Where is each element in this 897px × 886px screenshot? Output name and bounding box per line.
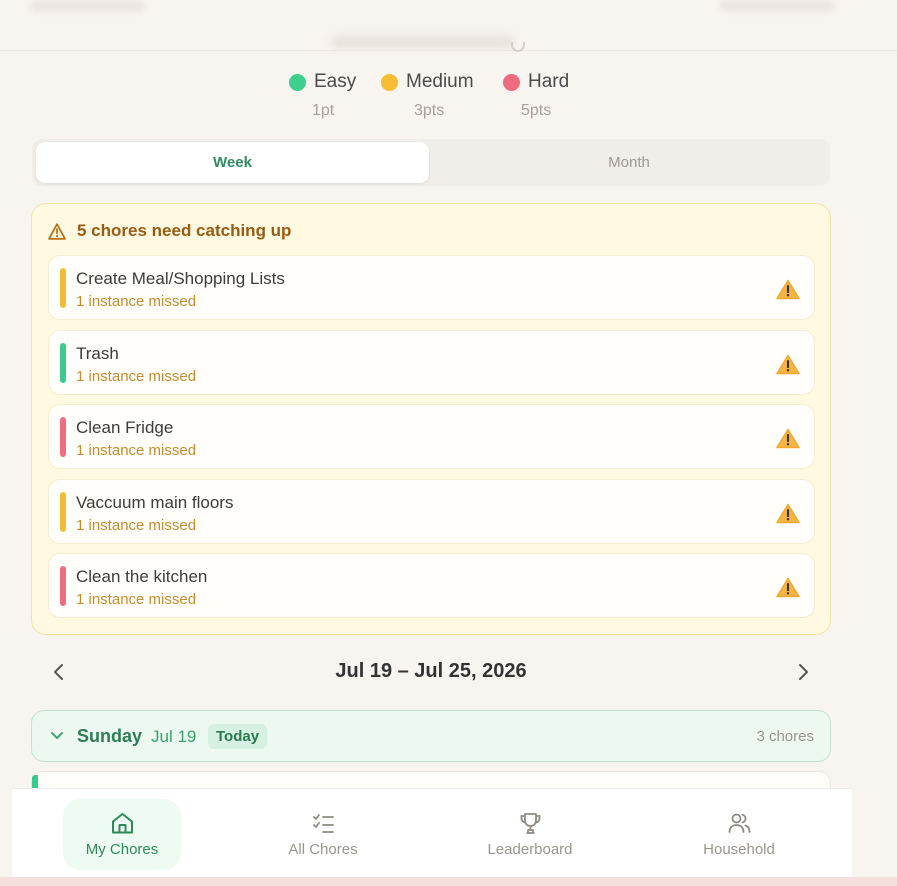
nav-label: Household	[703, 841, 775, 858]
nav-all-chores[interactable]: All Chores	[264, 799, 382, 870]
today-badge: Today	[208, 724, 268, 749]
day-name: Sunday	[77, 726, 143, 746]
missed-status: 1 instance missed	[76, 591, 197, 608]
difficulty-indicator	[60, 343, 66, 383]
missed-chore-card[interactable]: Create Meal/Shopping Lists 1 instance mi…	[48, 255, 815, 320]
checklist-icon	[312, 814, 334, 833]
nav-label: My Chores	[85, 841, 159, 858]
legend-label-medium: Medium	[406, 71, 474, 92]
chore-count: 3 chores	[756, 728, 814, 745]
easy-dot-icon	[289, 73, 306, 91]
week-range: Jul 19 – Jul 25, 2026	[335, 660, 527, 682]
warning-icon	[776, 428, 800, 449]
legend-points-hard: 5pts	[521, 102, 552, 119]
chevron-down-icon	[51, 732, 63, 739]
missed-status: 1 instance missed	[76, 368, 197, 385]
missed-status: 1 instance missed	[76, 517, 197, 534]
view-toggle: Week Month	[32, 139, 830, 186]
next-week-button[interactable]	[790, 659, 816, 685]
legend-label-hard: Hard	[528, 71, 570, 92]
chore-name: Clean the kitchen	[76, 567, 208, 586]
trophy-icon	[520, 813, 540, 834]
bottom-navigation: My Chores All Chores Leaderboard Househo…	[12, 788, 852, 877]
faded-header-center	[330, 35, 515, 49]
medium-dot-icon	[381, 73, 398, 91]
warning-icon	[776, 354, 800, 375]
home-icon	[111, 813, 133, 834]
difficulty-indicator	[60, 566, 66, 606]
legend-points-easy: 1pt	[312, 102, 335, 119]
day-date: Jul 19	[151, 727, 197, 746]
bottom-edge	[0, 877, 897, 886]
catching-up-title: 5 chores need catching up	[77, 221, 292, 240]
missed-chore-card[interactable]: Trash 1 instance missed	[48, 330, 815, 395]
chore-name: Clean Fridge	[76, 418, 174, 437]
catching-up-header: 5 chores need catching up	[48, 221, 291, 241]
chore-name: Trash	[76, 344, 119, 363]
nav-leaderboard[interactable]: Leaderboard	[471, 799, 589, 870]
legend-medium: Medium 3pts	[381, 70, 474, 119]
chevron-right-icon	[799, 664, 808, 680]
nav-label: Leaderboard	[487, 841, 573, 858]
difficulty-indicator	[60, 417, 66, 457]
nav-my-chores[interactable]: My Chores	[63, 799, 181, 870]
missed-chore-card[interactable]: Clean the kitchen 1 instance missed	[48, 553, 815, 618]
difficulty-indicator	[60, 492, 66, 532]
info-icon	[511, 42, 525, 52]
missed-chore-card[interactable]: Vaccuum main floors 1 instance missed	[48, 479, 815, 544]
nav-label: All Chores	[288, 841, 358, 858]
week-tab[interactable]: Week	[36, 142, 429, 183]
warning-triangle-icon	[48, 222, 66, 240]
app-page: Easy 1pt Medium 3pts Hard 5pts Week Mont…	[0, 0, 897, 886]
missed-status: 1 instance missed	[76, 293, 197, 310]
faded-header-right	[720, 0, 835, 12]
difficulty-indicator	[60, 268, 66, 308]
chore-name: Create Meal/Shopping Lists	[76, 269, 285, 288]
warning-icon	[776, 503, 800, 524]
legend-easy: Easy 1pt	[289, 70, 357, 119]
faded-header-left	[30, 0, 145, 12]
missed-chore-card[interactable]: Clean Fridge 1 instance missed	[48, 404, 815, 469]
legend-hard: Hard 5pts	[503, 70, 570, 119]
day-section-header[interactable]: Sunday Jul 19 Today 3 chores	[31, 710, 831, 762]
users-icon	[728, 813, 750, 833]
catching-up-panel: 5 chores need catching up Create Meal/Sh…	[31, 203, 831, 635]
legend-label-easy: Easy	[314, 71, 357, 92]
missed-status: 1 instance missed	[76, 442, 197, 459]
legend-points-medium: 3pts	[414, 102, 445, 119]
warning-icon	[776, 577, 800, 598]
week-navigation: Jul 19 – Jul 25, 2026	[36, 652, 826, 692]
warning-icon	[776, 279, 800, 300]
month-tab[interactable]: Month	[432, 142, 826, 183]
top-header	[0, 0, 897, 52]
hard-dot-icon	[503, 73, 520, 91]
nav-household[interactable]: Household	[680, 799, 798, 870]
chore-name: Vaccuum main floors	[76, 493, 234, 512]
